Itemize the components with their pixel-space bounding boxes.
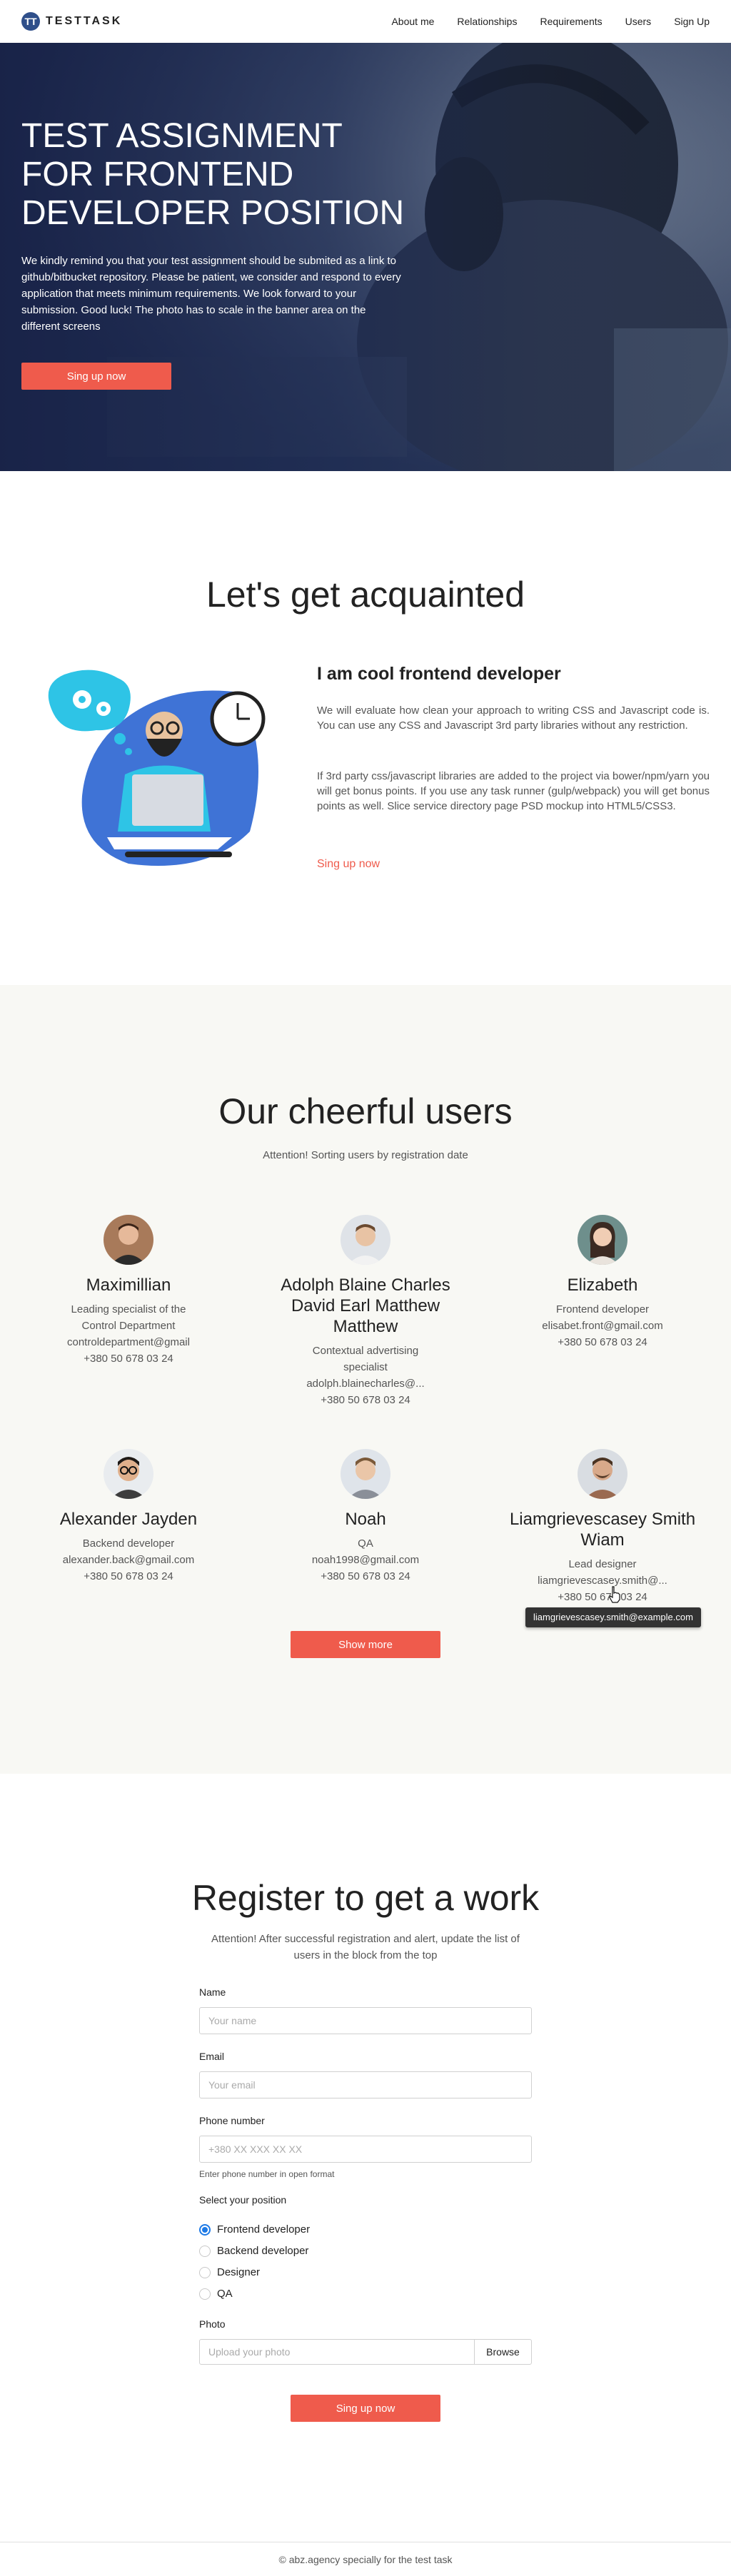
hero-text: We kindly remind you that your test assi…: [21, 255, 401, 333]
users-section: Our cheerful users Attention! Sorting us…: [0, 985, 731, 1774]
user-position: Backend developer: [82, 1537, 175, 1550]
radio-designer[interactable]: Designer: [199, 2266, 260, 2278]
user-card: Liamgrievescasey Smith Wiam Lead designe…: [506, 1449, 699, 1605]
user-email: alexander.back@gmail.com: [62, 1554, 195, 1566]
user-position: Contextual advertising: [312, 1345, 419, 1357]
register-subtitle: Attention! After successful registration…: [211, 1933, 520, 1961]
logo[interactable]: TT TESTTASK: [21, 12, 122, 31]
user-name: Noah: [345, 1510, 386, 1529]
name-label: Name: [199, 1986, 226, 1998]
user-name: Adolph Blaine Charles David Earl Matthew…: [281, 1276, 450, 1336]
browse-button[interactable]: Browse: [474, 2340, 531, 2364]
acquainted-paragraph-2: If 3rd party css/javascript libraries ar…: [317, 770, 710, 812]
developer-illustration: [48, 670, 266, 866]
nav-users[interactable]: Users: [625, 16, 652, 27]
radio-label: Designer: [217, 2266, 261, 2278]
nav-relationships[interactable]: Relationships: [457, 16, 517, 27]
user-email: elisabet.front@gmail.com: [542, 1320, 663, 1332]
site-header: TT TESTTASK About me Relationships Requi…: [0, 0, 731, 43]
user-phone: +380 50 678 03 24: [84, 1570, 173, 1582]
user-avatar: [104, 1215, 153, 1265]
users-subtitle: Attention! Sorting users by registration…: [263, 1149, 468, 1161]
nav-requirements[interactable]: Requirements: [540, 16, 602, 27]
user-position: QA: [358, 1537, 373, 1550]
user-email: controldepartment@gmail: [67, 1336, 190, 1348]
user-phone: +380 50 678 03 24: [558, 1591, 647, 1603]
logo-text: TESTTASK: [46, 15, 123, 27]
user-position: Leading specialist of the: [71, 1303, 186, 1315]
user-email: adolph.blainecharles@...: [306, 1378, 425, 1390]
site-footer: © abz.agency specially for the test task: [0, 2542, 731, 2576]
nav-sign-up[interactable]: Sign Up: [674, 16, 710, 27]
user-card: Maximillian Leading specialist of the Co…: [32, 1215, 225, 1367]
email-label: Email: [199, 2051, 225, 2062]
user-position-cont: Control Department: [81, 1320, 176, 1332]
user-avatar: [341, 1449, 390, 1499]
phone-label: Phone number: [199, 2115, 265, 2126]
user-position-cont: specialist: [343, 1361, 388, 1373]
hand-cursor-icon: [609, 1586, 620, 1603]
radio-unchecked-icon[interactable]: [199, 2245, 211, 2257]
radio-label: QA: [217, 2288, 233, 2300]
photo-label: Photo: [199, 2318, 226, 2330]
user-card: Alexander Jayden Backend developer alexa…: [32, 1449, 225, 1585]
acquainted-heading: I am cool frontend developer: [317, 664, 561, 684]
photo-upload[interactable]: Upload your photo Browse: [199, 2339, 532, 2365]
radio-label: Backend developer: [217, 2245, 309, 2257]
footer-text: © abz.agency specially for the test task: [278, 2553, 453, 2565]
hero-signup-button[interactable]: Sing up now: [21, 363, 171, 390]
user-name: Alexander Jayden: [59, 1510, 198, 1529]
user-position: Lead designer: [568, 1558, 637, 1570]
user-avatar: [104, 1449, 153, 1499]
nav-about-me[interactable]: About me: [391, 16, 434, 27]
name-field[interactable]: Your name: [199, 2007, 532, 2034]
radio-unchecked-icon[interactable]: [199, 2288, 211, 2300]
user-name: Elizabeth: [567, 1276, 638, 1295]
hero-banner: TEST ASSIGNMENT FOR FRONTEND DEVELOPER P…: [0, 43, 731, 471]
hero-title: TEST ASSIGNMENT FOR FRONTEND DEVELOPER P…: [21, 117, 405, 232]
email-tooltip: liamgrievescasey.smith@example.com: [525, 1607, 701, 1627]
user-phone: +380 50 678 03 24: [558, 1336, 647, 1348]
register-title: Register to get a work: [191, 1878, 540, 1918]
user-email[interactable]: liamgrievescasey.smith@...: [506, 1572, 699, 1589]
user-card: Noah QA noah1998@gmail.com +380 50 678 0…: [269, 1449, 462, 1585]
acquainted-signup-link[interactable]: Sing up now: [317, 858, 380, 871]
user-card: Elizabeth Frontend developer elisabet.fr…: [506, 1215, 699, 1350]
user-avatar: [578, 1215, 627, 1265]
logo-mark-icon: TT: [21, 12, 40, 31]
acquainted-paragraph-1: We will evaluate how clean your approach…: [317, 704, 710, 732]
radio-unchecked-icon[interactable]: [199, 2266, 211, 2278]
radio-qa[interactable]: QA: [199, 2288, 233, 2300]
user-phone: +380 50 678 03 24: [321, 1570, 410, 1582]
show-more-button[interactable]: Show more: [291, 1631, 440, 1658]
radio-label: Frontend developer: [217, 2223, 311, 2236]
user-phone: +380 50 678 03 24: [84, 1353, 173, 1365]
position-label: Select your position: [199, 2194, 287, 2206]
phone-hint: Enter phone number in open format: [199, 2169, 335, 2179]
user-email: noah1998@gmail.com: [311, 1554, 420, 1566]
photo-upload-input[interactable]: Upload your photo: [200, 2340, 474, 2364]
acquainted-title: Let's get acquainted: [206, 575, 525, 615]
radio-frontend[interactable]: Frontend developer: [199, 2223, 310, 2236]
user-card: Adolph Blaine Charles David Earl Matthew…: [269, 1215, 462, 1408]
user-phone: +380 50 678 03 24: [321, 1394, 410, 1406]
email-field[interactable]: Your email: [199, 2071, 532, 2098]
radio-checked-icon[interactable]: [199, 2223, 211, 2236]
user-name: Liamgrievescasey Smith Wiam: [509, 1510, 696, 1550]
user-avatar: [578, 1449, 627, 1499]
user-position: Frontend developer: [555, 1303, 650, 1315]
register-submit-button[interactable]: Sing up now: [291, 2395, 440, 2422]
main-nav: About me Relationships Requirements User…: [391, 16, 710, 27]
user-name: Maximillian: [86, 1276, 171, 1295]
users-title: Our cheerful users: [218, 1091, 513, 1131]
user-avatar: [341, 1215, 390, 1265]
phone-field[interactable]: +380 XX XXX XX XX: [199, 2136, 532, 2163]
radio-backend[interactable]: Backend developer: [199, 2245, 308, 2257]
